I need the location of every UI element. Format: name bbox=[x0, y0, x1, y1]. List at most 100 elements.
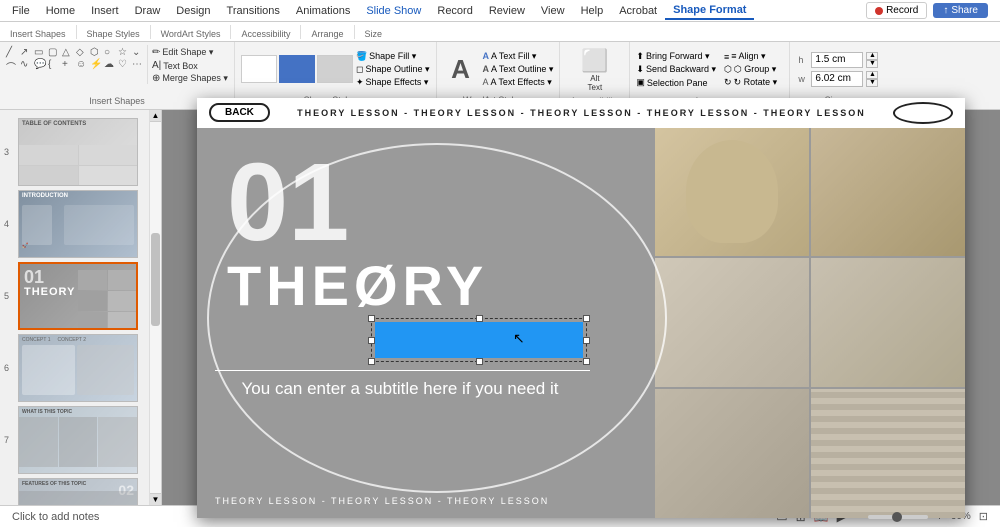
selected-shape-container[interactable] bbox=[375, 322, 583, 358]
scroll-thumb[interactable] bbox=[151, 233, 160, 326]
handle-br[interactable] bbox=[583, 358, 590, 365]
ribbon-accessibility-tab: Accessibility bbox=[235, 27, 296, 41]
curve-icon[interactable]: ⌒ bbox=[6, 59, 19, 74]
height-down-spinner[interactable]: ▼ bbox=[866, 60, 878, 68]
canvas-area: BACK THEORY LESSON - THEORY LESSON - THE… bbox=[162, 110, 1000, 505]
heart-icon[interactable]: ♡ bbox=[118, 59, 131, 74]
lightning-icon[interactable]: ⚡ bbox=[90, 59, 103, 74]
hexagon-icon[interactable]: ⬡ bbox=[90, 47, 103, 58]
freeform-icon[interactable]: ∿ bbox=[20, 59, 33, 74]
width-up-spinner[interactable]: ▲ bbox=[866, 71, 878, 79]
subtitle-text[interactable]: You can enter a subtitle here if you nee… bbox=[215, 376, 585, 402]
slide-num-3: 3 bbox=[4, 147, 9, 157]
text-outline-button[interactable]: A A Text Outline ▾ bbox=[483, 64, 554, 75]
blue-shape[interactable] bbox=[375, 322, 583, 358]
menu-acrobat[interactable]: Acrobat bbox=[611, 3, 665, 19]
plus-icon[interactable]: + bbox=[62, 59, 75, 74]
menu-animations[interactable]: Animations bbox=[288, 3, 358, 19]
brace-icon[interactable]: { bbox=[48, 59, 61, 74]
alt-text-button[interactable]: ⬜ AltText bbox=[577, 46, 612, 94]
photo-collage bbox=[655, 128, 965, 518]
slide-canvas[interactable]: BACK THEORY LESSON - THEORY LESSON - THE… bbox=[197, 98, 965, 518]
style-box-3[interactable] bbox=[317, 55, 353, 83]
rotate-button[interactable]: ↻ ↻ Rotate ▾ bbox=[724, 77, 777, 88]
slide-thumb-3[interactable]: 3 TABLE OF CONTENTS bbox=[18, 118, 145, 186]
text-effects-button[interactable]: A A Text Effects ▾ bbox=[483, 77, 554, 88]
triangle-icon[interactable]: △ bbox=[62, 47, 75, 58]
slide-num-7: 7 bbox=[4, 435, 9, 445]
zoom-slider[interactable] bbox=[868, 515, 928, 519]
line-icon[interactable]: ╱ bbox=[6, 47, 19, 58]
menu-file[interactable]: File bbox=[4, 3, 38, 19]
handle-tr[interactable] bbox=[583, 315, 590, 322]
handle-tl[interactable] bbox=[368, 315, 375, 322]
star-icon[interactable]: ☆ bbox=[118, 47, 131, 58]
slide-thumb-5[interactable]: 5 01 THEORY bbox=[18, 262, 145, 330]
slide-thumb-6[interactable]: 6 CONCEPT 1 CONCEPT 2 bbox=[18, 334, 145, 402]
scroll-down-button[interactable]: ▼ bbox=[150, 493, 161, 505]
handle-tm[interactable] bbox=[476, 315, 483, 322]
menu-design[interactable]: Design bbox=[168, 3, 218, 19]
scroll-up-button[interactable]: ▲ bbox=[150, 110, 161, 122]
height-up-spinner[interactable]: ▲ bbox=[866, 52, 878, 60]
selection-pane-button[interactable]: ▣ Selection Pane bbox=[636, 77, 716, 88]
bring-forward-button[interactable]: ⬆ Bring Forward ▾ bbox=[636, 51, 716, 62]
menu-view[interactable]: View bbox=[533, 3, 573, 19]
shape-outline-button[interactable]: ◻ Shape Outline ▾ bbox=[356, 64, 430, 75]
style-box-1[interactable] bbox=[241, 55, 277, 83]
handle-bl[interactable] bbox=[368, 358, 375, 365]
rect-icon[interactable]: ▭ bbox=[34, 47, 47, 58]
edit-shape-button[interactable]: ✏ Edit Shape ▾ bbox=[152, 47, 228, 58]
record-button[interactable]: Record bbox=[866, 2, 927, 19]
slide-thumb-4[interactable]: 4 INTRODUCTION 🚀 bbox=[18, 190, 145, 258]
fit-slide-button[interactable]: ⊡ bbox=[979, 510, 988, 523]
width-down-spinner[interactable]: ▼ bbox=[866, 79, 878, 87]
wordart-a-icon[interactable]: A bbox=[443, 51, 479, 87]
cloud-icon[interactable]: ☁ bbox=[104, 59, 117, 74]
share-button[interactable]: ↑ Share bbox=[933, 3, 988, 18]
more-shapes-icon[interactable]: ⌄ bbox=[132, 47, 145, 58]
menu-home[interactable]: Home bbox=[38, 3, 83, 19]
send-backward-button[interactable]: ⬇ Send Backward ▾ bbox=[636, 64, 716, 75]
menu-record[interactable]: Record bbox=[429, 3, 480, 19]
bottom-theory-text: THEORY LESSON - THEORY LESSON - THEORY L… bbox=[215, 496, 549, 506]
shape-effects-button[interactable]: ✦ Shape Effects ▾ bbox=[356, 77, 430, 88]
text-box-button[interactable]: A| Text Box bbox=[152, 60, 228, 71]
menu-help[interactable]: Help bbox=[573, 3, 612, 19]
slide-thumb-8[interactable]: 8 FEATURES OF THIS TOPIC 02 bbox=[18, 478, 145, 505]
arrow-icon[interactable]: ↗ bbox=[20, 47, 33, 58]
slide-thumb-7[interactable]: 7 WHAT IS THIS TOPIC bbox=[18, 406, 145, 474]
menu-review[interactable]: Review bbox=[481, 3, 533, 19]
ribbon-shape-styles-tab: Shape Styles bbox=[81, 27, 146, 41]
handle-ml[interactable] bbox=[368, 337, 375, 344]
style-box-2[interactable] bbox=[279, 55, 315, 83]
align-button[interactable]: ≡ ≡ Align ▾ bbox=[724, 51, 777, 62]
oval-icon[interactable]: ○ bbox=[104, 47, 117, 58]
photo-5 bbox=[655, 389, 809, 518]
menu-shape-format[interactable]: Shape Format bbox=[665, 2, 754, 20]
callout-icon[interactable]: 💬 bbox=[34, 59, 47, 74]
more-icon[interactable]: ⋯ bbox=[132, 59, 145, 74]
merge-shapes-button[interactable]: ⊕ Merge Shapes ▾ bbox=[152, 73, 228, 84]
notes-hint[interactable]: Click to add notes bbox=[12, 511, 99, 523]
alt-text-label: AltText bbox=[588, 74, 603, 92]
slide-header-title: THEORY LESSON - THEORY LESSON - THEORY L… bbox=[297, 108, 866, 118]
menu-transitions[interactable]: Transitions bbox=[219, 3, 288, 19]
ribbon-size-tab: Size bbox=[359, 27, 389, 41]
group-button[interactable]: ⬡ ⬡ Group ▾ bbox=[724, 64, 777, 75]
shape-fill-icon: 🪣 bbox=[356, 51, 367, 62]
diamond-icon[interactable]: ◇ bbox=[76, 47, 89, 58]
handle-bm[interactable] bbox=[476, 358, 483, 365]
handle-mr[interactable] bbox=[583, 337, 590, 344]
menu-draw[interactable]: Draw bbox=[127, 3, 169, 19]
menu-insert[interactable]: Insert bbox=[83, 3, 127, 19]
menu-slideshow[interactable]: Slide Show bbox=[358, 3, 429, 19]
shape-fill-button[interactable]: 🪣 Shape Fill ▾ bbox=[356, 51, 430, 62]
merge-icon: ⊕ bbox=[152, 73, 160, 84]
smiley-icon[interactable]: ☺ bbox=[76, 59, 89, 74]
rounded-rect-icon[interactable]: ▢ bbox=[48, 47, 61, 58]
back-button[interactable]: BACK bbox=[209, 103, 270, 122]
width-input[interactable] bbox=[811, 71, 863, 87]
text-fill-button[interactable]: A A Text Fill ▾ bbox=[483, 51, 554, 62]
height-input[interactable] bbox=[811, 52, 863, 68]
